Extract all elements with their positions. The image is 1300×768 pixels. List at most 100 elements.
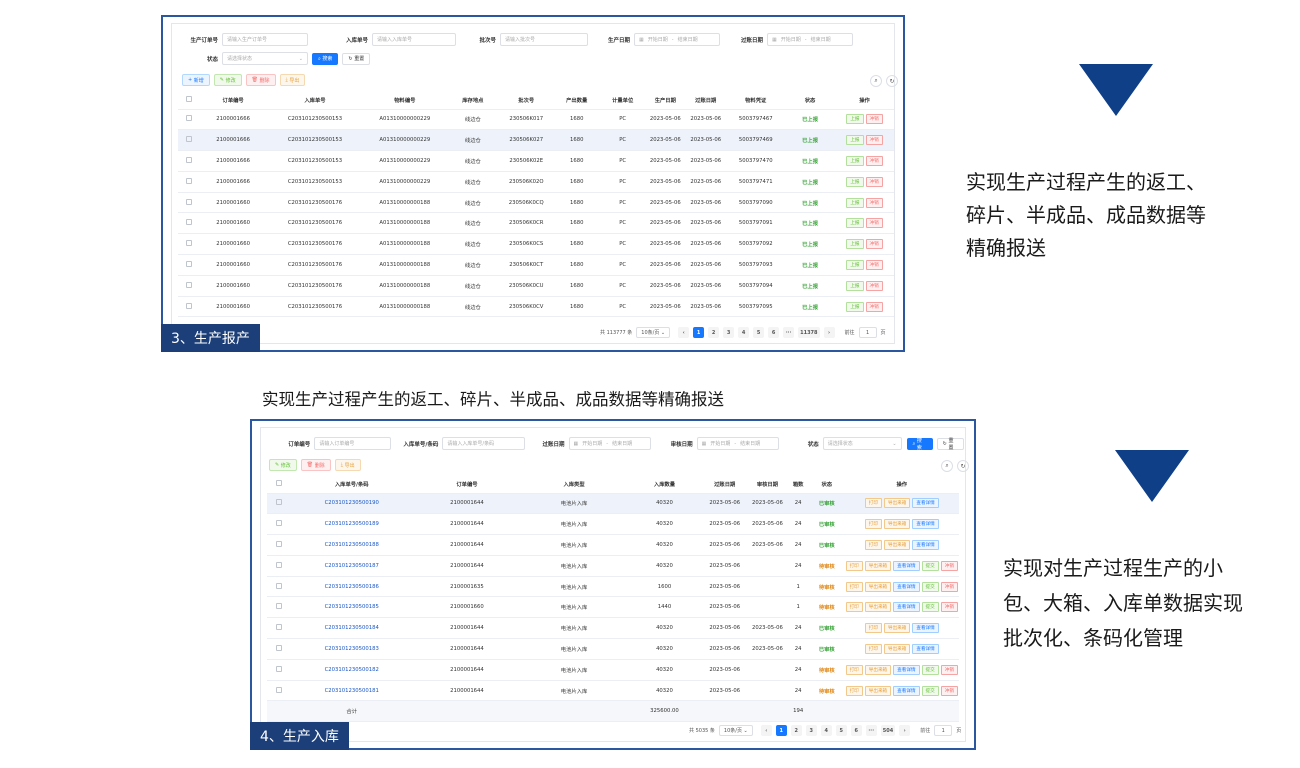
reverse-button[interactable]: 冲销 [940, 685, 958, 696]
search-button[interactable]: ⌕ 搜索 [312, 52, 339, 65]
report-button[interactable]: 上报 [846, 280, 864, 291]
print-button[interactable]: 打印 [864, 519, 882, 530]
inbound-link[interactable]: C203101230500189 [290, 513, 413, 536]
print-button[interactable]: 打印 [845, 664, 863, 675]
print-button[interactable]: 打印 [864, 623, 882, 634]
prev-page-icon[interactable]: ‹ [678, 327, 690, 338]
batch-input[interactable]: 请输入批次号 [500, 33, 588, 46]
page-button[interactable]: 5 [753, 327, 765, 338]
export-box-button[interactable]: 导出来箱 [883, 643, 911, 654]
page-size-select[interactable]: 10条/页 ⌄ [636, 327, 671, 338]
page-button[interactable]: 3 [805, 725, 817, 736]
inbound-link[interactable]: C203101230500181 [290, 680, 413, 702]
next-page-icon[interactable]: › [899, 725, 911, 736]
print-button[interactable]: 打印 [864, 643, 882, 654]
report-button[interactable]: 上报 [846, 239, 864, 250]
export-box-button[interactable]: 导出来箱 [864, 602, 892, 613]
inbound-link[interactable]: C203101230500186 [290, 576, 413, 598]
export-box-button[interactable]: 导出来箱 [864, 664, 892, 675]
row-checkbox[interactable] [178, 109, 200, 131]
select-all-checkbox[interactable] [267, 475, 291, 494]
detail-button[interactable]: 查看详情 [893, 664, 920, 675]
page-button[interactable]: 2 [708, 327, 720, 338]
status-select[interactable]: 请选择状态 ⌄ [222, 52, 308, 65]
row-checkbox[interactable] [267, 680, 291, 702]
reverse-button[interactable]: 冲销 [865, 239, 883, 250]
reverse-button[interactable]: 冲销 [865, 197, 883, 208]
submit-button[interactable]: 提交 [921, 581, 939, 592]
report-button[interactable]: 上报 [846, 135, 864, 146]
reverse-button[interactable]: 冲销 [940, 581, 958, 592]
delete-button[interactable]: 🗑 删除 [300, 459, 331, 471]
report-button[interactable]: 上报 [846, 197, 864, 208]
page-size-select[interactable]: 10条/页 ⌄ [718, 725, 753, 736]
inbound-link[interactable]: C203101230500187 [290, 555, 413, 577]
inbound-link[interactable]: C203101230500188 [290, 534, 413, 556]
row-checkbox[interactable] [178, 192, 200, 214]
refresh-icon[interactable]: ↻ [957, 460, 969, 472]
page-button[interactable]: ··· [865, 725, 877, 736]
inbound-link[interactable]: C203101230500190 [290, 493, 413, 515]
export-box-button[interactable]: 导出来箱 [883, 539, 911, 550]
export-box-button[interactable]: 导出来箱 [864, 581, 892, 592]
row-checkbox[interactable] [178, 212, 200, 235]
inbound-link[interactable]: C203101230500185 [290, 596, 413, 619]
export-box-button[interactable]: 导出来箱 [883, 498, 911, 509]
inbound-link[interactable]: C203101230500184 [290, 617, 413, 640]
detail-button[interactable]: 查看详情 [893, 581, 920, 592]
detail-button[interactable]: 查看详情 [912, 498, 939, 509]
report-button[interactable]: 上报 [846, 259, 864, 270]
reverse-button[interactable]: 冲销 [865, 259, 883, 270]
page-button[interactable]: 5 [835, 725, 847, 736]
row-checkbox[interactable] [267, 659, 291, 681]
goto-input[interactable]: 1 [858, 327, 877, 338]
export-box-button[interactable]: 导出来箱 [864, 685, 892, 696]
row-checkbox[interactable] [178, 296, 200, 318]
order-input[interactable]: 请输入订单编号 [314, 437, 392, 450]
postdate-range[interactable]: ▦ 开始日期 - 结束日期 [568, 437, 652, 450]
prev-page-icon[interactable]: ‹ [760, 725, 772, 736]
search-toggle-icon[interactable]: ⌕ [870, 75, 882, 87]
detail-button[interactable]: 查看详情 [912, 643, 939, 654]
row-checkbox[interactable] [267, 617, 291, 640]
row-checkbox[interactable] [178, 129, 200, 152]
row-checkbox[interactable] [267, 638, 291, 660]
row-checkbox[interactable] [178, 150, 200, 172]
print-button[interactable]: 打印 [845, 685, 863, 696]
reverse-button[interactable]: 冲销 [865, 114, 883, 125]
row-checkbox[interactable] [178, 171, 200, 193]
page-button[interactable]: 1 [693, 327, 705, 338]
row-checkbox[interactable] [267, 534, 291, 556]
row-checkbox[interactable] [267, 513, 291, 536]
page-button[interactable]: 4 [820, 725, 832, 736]
reverse-button[interactable]: 冲销 [865, 280, 883, 291]
reverse-button[interactable]: 冲销 [865, 155, 883, 166]
goto-input[interactable]: 1 [934, 725, 953, 736]
row-checkbox[interactable] [267, 555, 291, 577]
reverse-button[interactable]: 冲销 [940, 560, 958, 571]
submit-button[interactable]: 提交 [921, 685, 939, 696]
print-button[interactable]: 打印 [845, 560, 863, 571]
submit-button[interactable]: 提交 [921, 560, 939, 571]
page-button[interactable]: 2 [790, 725, 802, 736]
page-button[interactable]: 1 [775, 725, 787, 736]
reverse-button[interactable]: 冲销 [940, 664, 958, 675]
detail-button[interactable]: 查看详情 [893, 602, 920, 613]
page-button[interactable]: 4 [738, 327, 750, 338]
reverse-button[interactable]: 冲销 [865, 301, 883, 312]
detail-button[interactable]: 查看详情 [912, 623, 939, 634]
print-button[interactable]: 打印 [864, 539, 882, 550]
row-checkbox[interactable] [267, 493, 291, 515]
status-select[interactable]: 请选择状态 ⌄ [822, 437, 902, 450]
detail-button[interactable]: 查看详情 [893, 560, 920, 571]
page-button[interactable]: 3 [723, 327, 735, 338]
next-page-icon[interactable]: › [823, 327, 835, 338]
reverse-button[interactable]: 冲销 [865, 176, 883, 187]
export-button[interactable]: ⤓ 导出 [334, 459, 361, 471]
reverse-button[interactable]: 冲销 [865, 218, 883, 229]
print-button[interactable]: 打印 [864, 498, 882, 509]
edit-button[interactable]: ✎ 修改 [213, 74, 242, 86]
reset-button[interactable]: ↻ 重置 [936, 437, 965, 451]
delete-button[interactable]: 🗑 删除 [245, 74, 276, 86]
export-button[interactable]: ⤓ 导出 [279, 74, 306, 86]
